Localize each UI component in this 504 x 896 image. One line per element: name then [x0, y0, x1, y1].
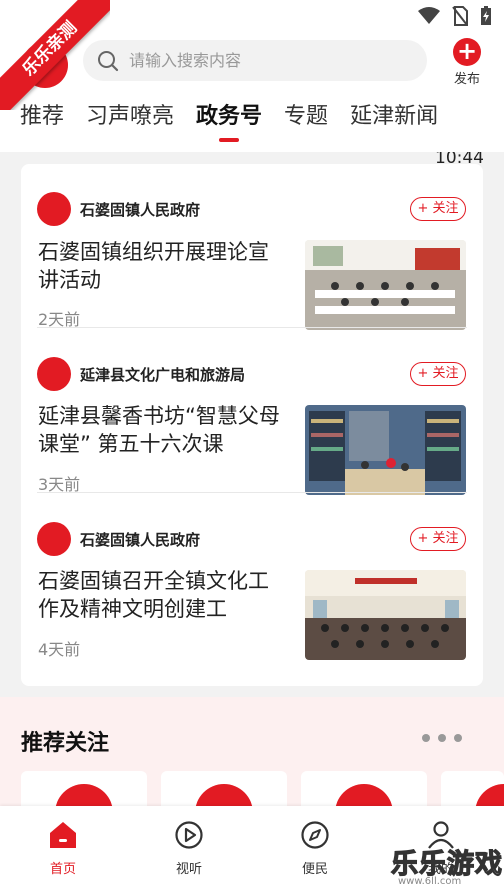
recommend-card[interactable]: [161, 771, 287, 811]
search-input[interactable]: [129, 51, 409, 70]
publish-label: 发布: [453, 72, 480, 87]
feed-card: 石婆固镇人民政府 + 关注 石婆固镇组织开展理论宣讲活动 2天前 延津县文化广电…: [21, 164, 483, 686]
article-thumbnail[interactable]: [305, 405, 466, 495]
battery-charging-icon: [481, 6, 491, 25]
plus-icon: +: [453, 38, 481, 66]
article-thumbnail[interactable]: [305, 240, 466, 330]
search-bar[interactable]: [83, 40, 427, 81]
nav-services[interactable]: 便民: [280, 820, 350, 877]
feed-item[interactable]: 石婆固镇人民政府 + 关注 石婆固镇召开全镇文化工作及精神文明创建工 4天前: [21, 494, 483, 686]
recommend-card[interactable]: [441, 771, 504, 811]
feed-item[interactable]: 石婆固镇人民政府 + 关注 石婆固镇组织开展理论宣讲活动 2天前: [21, 164, 483, 330]
source-name[interactable]: 石婆固镇人民政府: [80, 529, 200, 550]
source-name[interactable]: 石婆固镇人民政府: [80, 199, 200, 220]
nav-media[interactable]: 视听: [154, 820, 224, 877]
divider: [37, 327, 467, 328]
article-thumbnail[interactable]: [305, 570, 466, 660]
follow-button[interactable]: + 关注: [410, 362, 466, 386]
wifi-icon: [418, 7, 440, 24]
more-icon[interactable]: [422, 734, 462, 742]
publish-button[interactable]: + 发布: [448, 38, 486, 87]
watermark-url: www.6ll.com: [398, 876, 462, 887]
nav-media-label: 视听: [175, 862, 202, 877]
recommend-card[interactable]: [21, 771, 147, 811]
source-name[interactable]: 延津县文化广电和旅游局: [80, 364, 245, 385]
feed-item[interactable]: 延津县文化广电和旅游局 + 关注 延津县馨香书坊“智慧父母课堂” 第五十六次课 …: [21, 329, 483, 495]
article-title[interactable]: 延津县馨香书坊“智慧父母课堂” 第五十六次课: [38, 402, 288, 458]
recommend-title: 推荐关注: [21, 731, 110, 756]
article-title[interactable]: 石婆固镇组织开展理论宣讲活动: [38, 238, 288, 294]
nav-home[interactable]: 首页: [28, 820, 98, 877]
play-icon: [175, 821, 203, 849]
home-icon: [50, 822, 76, 848]
ribbon-text: 乐乐亲测: [0, 0, 110, 110]
tab-yanjin-news[interactable]: 延津新闻: [350, 90, 438, 152]
tab-government[interactable]: 政务号: [196, 90, 262, 152]
follow-button[interactable]: + 关注: [410, 527, 466, 551]
article-time: 4天前: [38, 640, 81, 659]
nav-home-label: 首页: [49, 862, 76, 877]
recommend-section: 推荐关注: [0, 697, 504, 811]
no-sim-icon: [452, 6, 468, 26]
article-title[interactable]: 石婆固镇召开全镇文化工作及精神文明创建工: [38, 567, 288, 623]
source-logo[interactable]: [37, 192, 71, 226]
promo-ribbon: 乐乐亲测: [0, 0, 110, 110]
compass-icon: [301, 821, 329, 849]
nav-services-label: 便民: [301, 862, 328, 877]
source-logo[interactable]: [37, 357, 71, 391]
recommend-card[interactable]: [301, 771, 427, 811]
source-logo[interactable]: [37, 522, 71, 556]
follow-button[interactable]: + 关注: [410, 197, 466, 221]
tab-topics[interactable]: 专题: [284, 90, 328, 152]
divider: [37, 492, 467, 493]
